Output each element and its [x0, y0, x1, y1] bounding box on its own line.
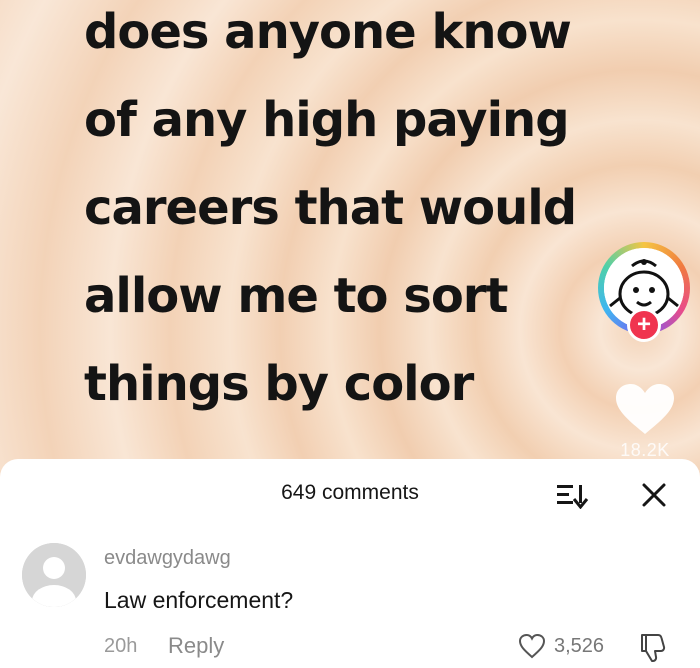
video-background[interactable]: does anyone know of any high paying care… [0, 0, 700, 470]
caption-line: things by color [84, 356, 474, 412]
like-count: 18.2K [620, 440, 670, 460]
heart-icon[interactable] [614, 382, 676, 436]
comment-time: 20h [104, 635, 138, 657]
comments-sheet: 649 comments evdawgydawg Law enforcement… [0, 459, 700, 668]
comment-username[interactable]: evdawgydawg [104, 547, 231, 570]
video-caption: does anyone know of any high paying care… [84, 0, 604, 428]
caption-line: of any high paying [84, 92, 570, 148]
comment-text: Law enforcement? [104, 587, 294, 613]
caption-line: allow me to sort [84, 268, 508, 324]
comment-like-count: 3,526 [554, 635, 605, 657]
comments-count-title: 649 comments [281, 481, 419, 504]
comment-heart-icon[interactable] [518, 633, 546, 659]
close-icon[interactable] [640, 481, 668, 509]
follow-button[interactable]: + [627, 308, 661, 342]
caption-line: does anyone know [84, 4, 572, 60]
caption-line: careers that would [84, 180, 577, 236]
commenter-avatar[interactable] [22, 543, 86, 607]
default-avatar-icon [22, 543, 86, 607]
sort-icon[interactable] [555, 481, 589, 509]
dislike-icon[interactable] [636, 631, 668, 663]
reply-button[interactable]: Reply [168, 633, 224, 659]
comment-item: evdawgydawg Law enforcement? 20h Reply 3… [0, 529, 700, 668]
